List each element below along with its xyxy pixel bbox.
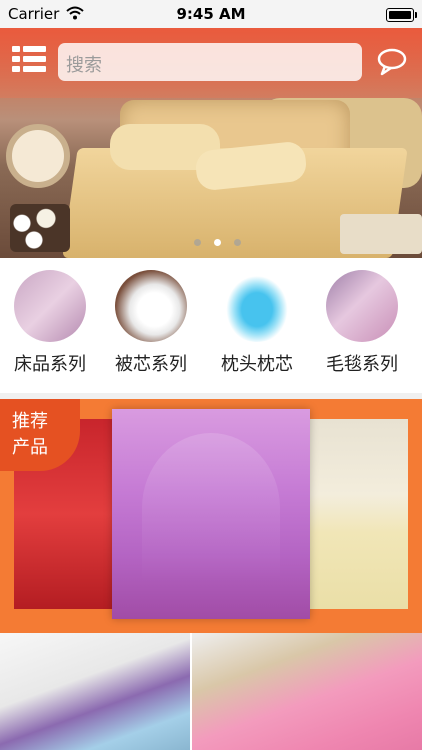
category-label: 枕头枕芯	[221, 354, 293, 375]
chat-bubble-icon[interactable]	[376, 47, 408, 77]
carousel-dot[interactable]	[234, 239, 242, 246]
recommended-products: 推荐 产品	[0, 399, 422, 633]
badge-line1: 推荐	[12, 411, 48, 432]
category-quilt[interactable]: 被芯系列	[101, 270, 201, 376]
tray-decor	[340, 214, 422, 254]
category-row: 床品系列 被芯系列 枕头枕芯 毛毯系列	[0, 258, 422, 393]
product-image-blanket[interactable]	[0, 633, 190, 750]
flower-vase-decor	[10, 204, 70, 252]
quilt-image	[115, 270, 187, 342]
menu-icon[interactable]	[12, 46, 46, 72]
search-placeholder: 搜索	[66, 55, 102, 76]
blanket-image	[326, 270, 398, 342]
category-label: 毛毯系列	[326, 354, 398, 375]
search-input[interactable]: 搜索	[58, 43, 362, 81]
product-image-bed-canopy[interactable]	[112, 409, 310, 619]
carousel-dot-active[interactable]	[214, 239, 222, 246]
bedding-image	[14, 270, 86, 342]
product-image-pink-blanket[interactable]	[192, 633, 422, 750]
category-bedding[interactable]: 床品系列	[0, 270, 100, 376]
product-image-table-cloth[interactable]	[310, 419, 408, 609]
status-bar: Carrier 9:45 AM	[0, 0, 422, 28]
product-grid	[0, 633, 422, 750]
pillow-image	[221, 270, 293, 342]
category-pillow[interactable]: 枕头枕芯	[207, 270, 307, 376]
category-label: 床品系列	[14, 354, 86, 375]
category-label: 被芯系列	[115, 354, 187, 375]
carousel-dot[interactable]	[194, 239, 201, 246]
category-blanket[interactable]: 毛毯系列	[312, 270, 412, 376]
carousel-indicator	[190, 231, 245, 250]
badge-line2: 产品	[12, 437, 48, 458]
status-time: 9:45 AM	[176, 5, 246, 23]
wall-flower-decor	[6, 124, 70, 188]
battery-icon	[386, 8, 417, 22]
